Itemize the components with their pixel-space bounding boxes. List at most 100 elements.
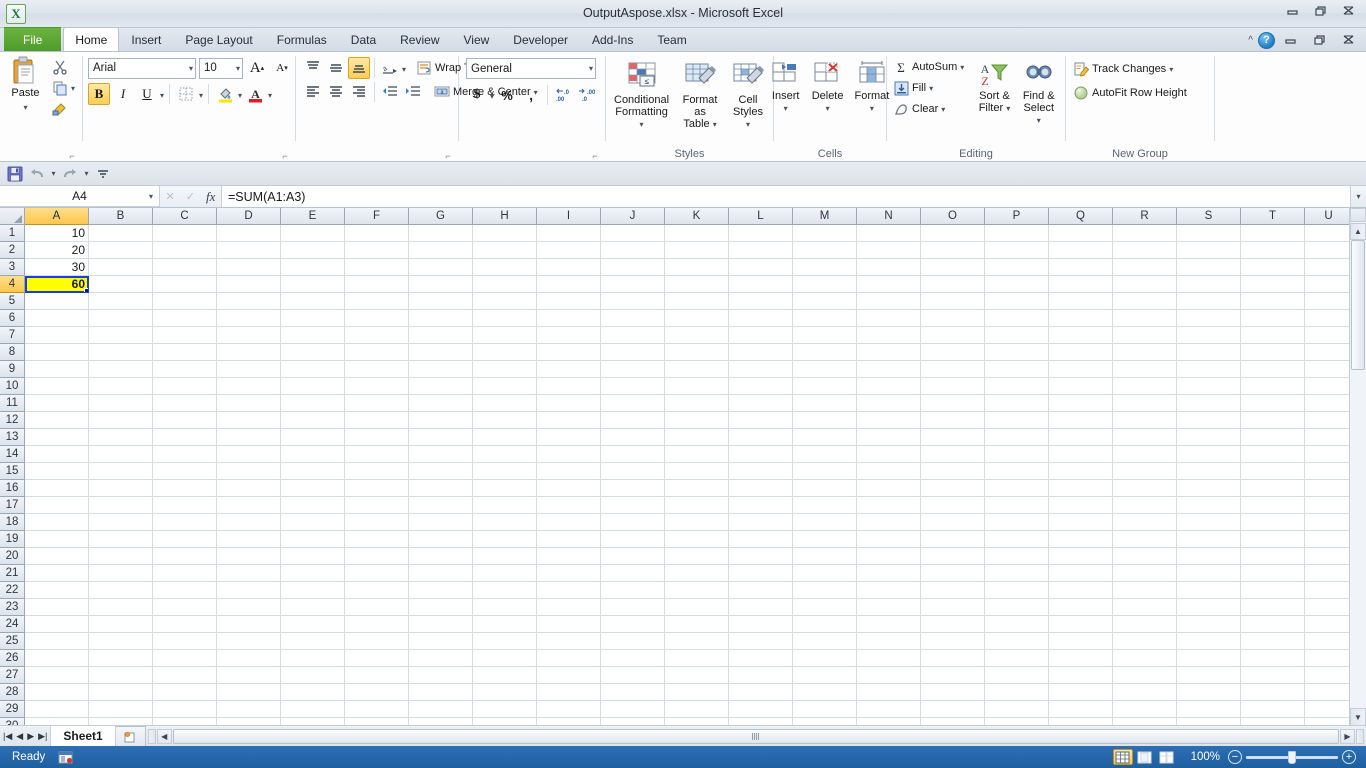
cell-H13[interactable] [473, 429, 537, 446]
cell-C9[interactable] [153, 361, 217, 378]
font-size-dropdown-icon[interactable]: ▾ [232, 64, 240, 73]
fill-color-dropdown-icon[interactable] [238, 87, 242, 101]
cell-N4[interactable] [857, 276, 921, 293]
cell-T3[interactable] [1241, 259, 1305, 276]
cell-A23[interactable] [25, 599, 89, 616]
cell-J30[interactable] [601, 718, 665, 725]
cell-M29[interactable] [793, 701, 857, 718]
cell-O9[interactable] [921, 361, 985, 378]
cell-N12[interactable] [857, 412, 921, 429]
cell-M2[interactable] [793, 242, 857, 259]
cell-S12[interactable] [1177, 412, 1241, 429]
cell-T1[interactable] [1241, 225, 1305, 242]
cell-E19[interactable] [281, 531, 345, 548]
cell-B1[interactable] [89, 225, 153, 242]
cell-R20[interactable] [1113, 548, 1177, 565]
cell-P26[interactable] [985, 650, 1049, 667]
cell-P2[interactable] [985, 242, 1049, 259]
grow-font-button[interactable]: A ▴ [246, 57, 268, 79]
row-header-22[interactable]: 22 [0, 582, 25, 599]
cell-C2[interactable] [153, 242, 217, 259]
cell-N6[interactable] [857, 310, 921, 327]
cell-T7[interactable] [1241, 327, 1305, 344]
row-header-3[interactable]: 3 [0, 259, 25, 276]
cell-U18[interactable] [1305, 514, 1349, 531]
cell-G3[interactable] [409, 259, 473, 276]
cell-K21[interactable] [665, 565, 729, 582]
insert-cells-button[interactable]: Insert [766, 57, 806, 118]
cell-N29[interactable] [857, 701, 921, 718]
cell-M12[interactable] [793, 412, 857, 429]
cell-B12[interactable] [89, 412, 153, 429]
cell-Q6[interactable] [1049, 310, 1113, 327]
cell-T16[interactable] [1241, 480, 1305, 497]
cell-D13[interactable] [217, 429, 281, 446]
cell-A24[interactable] [25, 616, 89, 633]
cell-M4[interactable] [793, 276, 857, 293]
cell-K25[interactable] [665, 633, 729, 650]
cell-I13[interactable] [537, 429, 601, 446]
cell-T17[interactable] [1241, 497, 1305, 514]
cell-Q17[interactable] [1049, 497, 1113, 514]
cell-L18[interactable] [729, 514, 793, 531]
cell-N7[interactable] [857, 327, 921, 344]
cell-H27[interactable] [473, 667, 537, 684]
alignment-dialog-launcher-icon[interactable]: ⌐ [443, 151, 453, 161]
tab-team[interactable]: Team [645, 28, 698, 51]
cell-F17[interactable] [345, 497, 409, 514]
middle-align-button[interactable] [325, 57, 347, 79]
horizontal-scrollbar[interactable]: ◀ ▶ [146, 726, 1366, 746]
cell-Q10[interactable] [1049, 378, 1113, 395]
cell-U21[interactable] [1305, 565, 1349, 582]
shrink-font-button[interactable]: A ▾ [271, 57, 293, 79]
cell-U4[interactable] [1305, 276, 1349, 293]
cell-A22[interactable] [25, 582, 89, 599]
column-header-E[interactable]: E [281, 208, 345, 225]
minimize-icon[interactable] [1280, 2, 1306, 20]
cell-T14[interactable] [1241, 446, 1305, 463]
app-minimize-icon[interactable] [1278, 31, 1304, 49]
font-dialog-launcher-icon[interactable]: ⌐ [280, 151, 290, 161]
row-header-19[interactable]: 19 [0, 531, 25, 548]
cell-P16[interactable] [985, 480, 1049, 497]
cell-U8[interactable] [1305, 344, 1349, 361]
cell-T30[interactable] [1241, 718, 1305, 725]
cell-L11[interactable] [729, 395, 793, 412]
cell-K18[interactable] [665, 514, 729, 531]
cell-O15[interactable] [921, 463, 985, 480]
close-icon[interactable] [1336, 2, 1362, 20]
cell-D28[interactable] [217, 684, 281, 701]
cell-I8[interactable] [537, 344, 601, 361]
cell-P4[interactable] [985, 276, 1049, 293]
cell-S14[interactable] [1177, 446, 1241, 463]
column-header-C[interactable]: C [153, 208, 217, 225]
cell-T5[interactable] [1241, 293, 1305, 310]
cell-J6[interactable] [601, 310, 665, 327]
cell-F30[interactable] [345, 718, 409, 725]
cell-S15[interactable] [1177, 463, 1241, 480]
cell-B20[interactable] [89, 548, 153, 565]
cell-M11[interactable] [793, 395, 857, 412]
cell-G29[interactable] [409, 701, 473, 718]
cell-Q1[interactable] [1049, 225, 1113, 242]
cell-P11[interactable] [985, 395, 1049, 412]
cell-D22[interactable] [217, 582, 281, 599]
clipboard-dialog-launcher-icon[interactable]: ⌐ [67, 151, 77, 161]
cell-D19[interactable] [217, 531, 281, 548]
cell-B28[interactable] [89, 684, 153, 701]
cell-T27[interactable] [1241, 667, 1305, 684]
cell-C13[interactable] [153, 429, 217, 446]
cell-I2[interactable] [537, 242, 601, 259]
cell-M23[interactable] [793, 599, 857, 616]
cell-O1[interactable] [921, 225, 985, 242]
cell-D17[interactable] [217, 497, 281, 514]
cell-H5[interactable] [473, 293, 537, 310]
cell-J18[interactable] [601, 514, 665, 531]
cell-D16[interactable] [217, 480, 281, 497]
cell-A7[interactable] [25, 327, 89, 344]
cell-D20[interactable] [217, 548, 281, 565]
increase-indent-button[interactable] [402, 81, 424, 103]
cell-T19[interactable] [1241, 531, 1305, 548]
cell-S9[interactable] [1177, 361, 1241, 378]
cell-U12[interactable] [1305, 412, 1349, 429]
